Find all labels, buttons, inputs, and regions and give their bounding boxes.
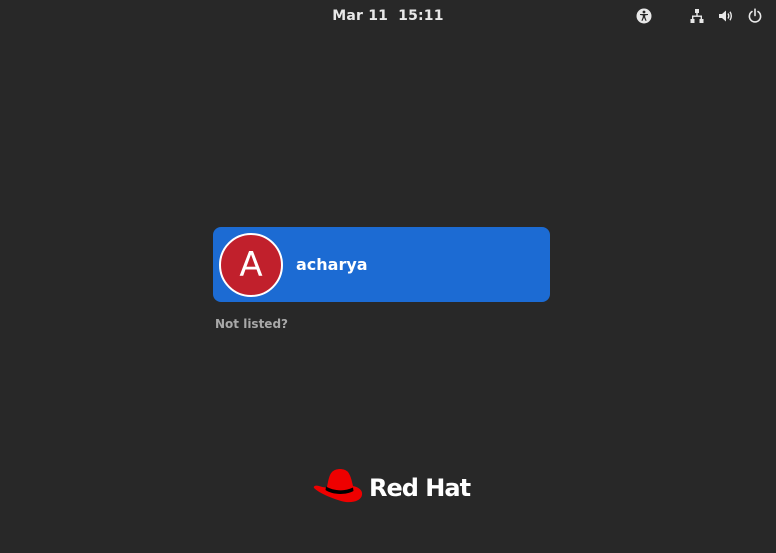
brand-logo: Red Hat — [313, 468, 471, 508]
accessibility-icon[interactable] — [635, 7, 653, 25]
login-screen: Mar 11 15:11 A acharya Not listed? Red H… — [0, 0, 776, 553]
clock-time: 15:11 — [398, 8, 444, 24]
red-hat-logo — [313, 469, 363, 503]
clock-date: Mar 11 — [332, 8, 389, 24]
volume-icon[interactable] — [717, 7, 735, 25]
network-icon[interactable] — [688, 7, 706, 25]
power-icon[interactable] — [746, 7, 764, 25]
user-name: acharya — [296, 255, 368, 274]
clock[interactable]: Mar 11 15:11 — [0, 0, 776, 32]
accessibility-menu[interactable] — [635, 0, 653, 32]
user-list-item[interactable]: A acharya — [213, 227, 550, 302]
avatar: A — [219, 233, 283, 297]
brand-name: Red Hat — [369, 474, 471, 502]
status-menu[interactable] — [688, 0, 764, 32]
not-listed-button[interactable]: Not listed? — [215, 317, 288, 331]
top-bar: Mar 11 15:11 — [0, 0, 776, 32]
